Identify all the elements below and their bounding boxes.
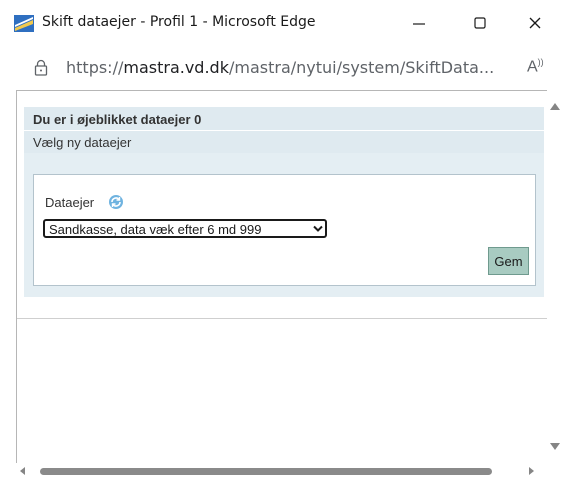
form-box: Dataejer Sandkasse, data væk efter 6 md … [33, 174, 536, 286]
url-text[interactable]: https://mastra.vd.dk/mastra/nytui/system… [66, 58, 494, 77]
lock-icon[interactable] [34, 59, 48, 77]
dataejer-select-value: Sandkasse, data væk efter 6 md 999 [49, 222, 262, 237]
title-bar: Skift dataejer - Profil 1 - Microsoft Ed… [0, 0, 563, 46]
vertical-scrollbar[interactable] [547, 91, 563, 463]
refresh-icon[interactable] [108, 194, 124, 210]
read-aloud-icon[interactable]: A)) [527, 57, 544, 76]
change-owner-panel: Du er i øjeblikket dataejer 0 Vælg ny da… [24, 107, 544, 297]
close-icon [529, 17, 541, 29]
panel-subheader: Vælg ny dataejer [24, 131, 544, 153]
scrollbar-thumb[interactable] [40, 468, 492, 475]
panel-header: Du er i øjeblikket dataejer 0 [24, 107, 544, 131]
scroll-left-icon[interactable] [20, 467, 25, 475]
horizontal-scrollbar[interactable] [16, 463, 547, 477]
content-divider [17, 318, 548, 319]
close-button[interactable] [520, 10, 550, 36]
minimize-button[interactable] [404, 10, 434, 36]
panel-subtitle: Vælg ny dataejer [33, 135, 132, 150]
maximize-button[interactable] [465, 10, 495, 36]
chevron-down-icon [313, 225, 323, 232]
address-bar[interactable]: https://mastra.vd.dk/mastra/nytui/system… [0, 46, 563, 88]
scroll-down-icon[interactable] [550, 443, 560, 450]
page-content: Du er i øjeblikket dataejer 0 Vælg ny da… [16, 91, 548, 463]
dataejer-label: Dataejer [45, 195, 95, 210]
dataejer-select[interactable]: Sandkasse, data væk efter 6 md 999 [43, 219, 327, 238]
minimize-icon [413, 23, 425, 25]
scroll-right-icon[interactable] [529, 467, 534, 475]
maximize-icon [474, 17, 486, 29]
app-icon [14, 15, 34, 32]
save-button[interactable]: Gem [488, 247, 529, 275]
page-title: Du er i øjeblikket dataejer 0 [33, 112, 202, 127]
window-title: Skift dataejer - Profil 1 - Microsoft Ed… [42, 14, 316, 30]
scroll-up-icon[interactable] [550, 103, 560, 110]
